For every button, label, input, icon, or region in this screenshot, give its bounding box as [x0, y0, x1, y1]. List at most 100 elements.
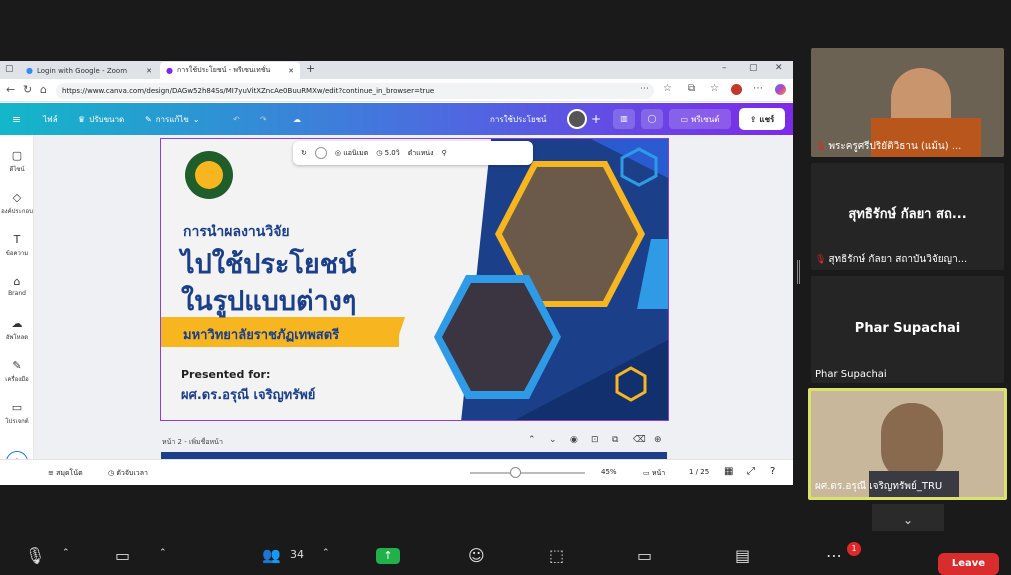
sidebar-item-text[interactable]: T ข้อความ: [0, 233, 34, 258]
elements-icon: ◇: [12, 191, 22, 204]
more-icon[interactable]: ⋯: [826, 546, 842, 565]
back-icon[interactable]: ←: [6, 83, 15, 96]
page-label[interactable]: หน้า 2 - เพิ่มชื่อหน้า: [162, 437, 223, 448]
more-icon[interactable]: ⋯: [640, 84, 649, 94]
edit-menu[interactable]: ✎ การแก้ไข ⌄: [145, 103, 200, 135]
resize-menu[interactable]: ♛ ปรับขนาด: [78, 103, 124, 135]
sidebar-item-brand[interactable]: ⌂ Brand: [0, 275, 34, 297]
undo-icon[interactable]: ↶: [233, 103, 240, 135]
participant-name-row: 🎙 พระครูศรีปริยัติวิธาน (แม้น) ...: [815, 141, 962, 152]
animate-button[interactable]: ◎ แอนิเมต: [335, 148, 368, 159]
duration-button[interactable]: ◷ 5.0วิ: [376, 148, 399, 159]
copilot-icon[interactable]: [775, 84, 786, 95]
hamburger-icon[interactable]: ≡: [12, 103, 21, 135]
slide[interactable]: การนำผลงานวิจัย ไปใช้ประโยชน์ ในรูปแบบต่…: [160, 138, 669, 421]
cloud-saved-icon[interactable]: ☁: [293, 103, 301, 135]
reactions-icon[interactable]: ☺: [468, 546, 485, 565]
apps-icon[interactable]: ⬚: [549, 546, 564, 565]
canva-favicon-icon: ●: [166, 66, 173, 75]
position-button[interactable]: ตำแหน่ง: [408, 148, 434, 159]
mic-off-icon: 🎙: [815, 142, 827, 152]
chevron-up-icon[interactable]: ⌃: [62, 548, 70, 558]
chat-icon[interactable]: ▭: [637, 546, 652, 565]
new-tab-icon[interactable]: +: [306, 62, 315, 75]
participant-tile[interactable]: 🎙 พระครูศรีปริยัติวิธาน (แม้น) ...: [811, 48, 1004, 157]
pages-icon: ▭: [643, 469, 650, 477]
insights-icon[interactable]: ▥: [613, 109, 635, 129]
sidebar-item-elements[interactable]: ◇ องค์ประกอบ: [0, 191, 34, 216]
participant-tile[interactable]: Phar Supachai Phar Supachai: [811, 276, 1004, 383]
participant-name-row: Phar Supachai: [815, 369, 887, 380]
duplicate-icon[interactable]: ⧉: [612, 435, 618, 445]
color-swatch[interactable]: [314, 147, 327, 159]
participant-video: [881, 403, 943, 481]
share-button[interactable]: ⇪ แชร์: [739, 108, 785, 130]
slide-presenter: ผศ.ดร.อรุณี เจริญทรัพย์: [181, 388, 316, 403]
fullscreen-icon[interactable]: ⤢: [747, 466, 755, 477]
redo-icon[interactable]: ↷: [260, 103, 267, 135]
sidebar-item-uploads[interactable]: ☁ อัพโหลด: [0, 317, 34, 342]
tab-zoom-login[interactable]: ● Login with Google - Zoom ✕: [20, 62, 158, 79]
url-field[interactable]: https://www.canva.com/design/DAGw52h84Ss…: [56, 83, 654, 99]
profile-icon[interactable]: [731, 84, 742, 95]
comment-icon[interactable]: ◯: [641, 109, 663, 129]
minimize-icon[interactable]: –: [722, 63, 727, 73]
sidebar-item-design[interactable]: ▢ ดีไซน์: [0, 149, 34, 174]
favorites-icon[interactable]: ☆: [710, 83, 719, 94]
grid-view-icon[interactable]: ▦: [724, 466, 733, 477]
paint-format-icon[interactable]: ⚲: [442, 149, 447, 157]
participant-name: ผศ.ดร.อรุณี เจริญทรัพย์_TRU: [815, 481, 943, 492]
resize-handle[interactable]: [797, 260, 800, 284]
notes-icon[interactable]: ▤: [735, 546, 750, 565]
file-menu[interactable]: ไฟล์: [43, 103, 58, 135]
notes-button[interactable]: ≡ สมุดโน้ต: [48, 468, 83, 479]
help-icon[interactable]: ?: [770, 466, 775, 477]
participant-tile[interactable]: สุทธิรักษ์ กัลยา สถ... 🎙 สุทธิรักษ์ กัลยา…: [811, 163, 1004, 270]
slide-university: มหาวิทยาลัยราชภัฏเทพสตรี: [183, 328, 340, 343]
add-collaborator-icon[interactable]: +: [591, 103, 601, 135]
extension-icon[interactable]: ⧉: [688, 83, 695, 94]
hide-icon[interactable]: ◉: [570, 435, 578, 445]
avatar[interactable]: [567, 109, 587, 129]
refresh-icon[interactable]: ↻: [301, 149, 307, 157]
share-screen-icon[interactable]: ↑: [376, 548, 400, 564]
notification-badge: 1: [847, 542, 861, 556]
add-page-icon[interactable]: ⊕: [654, 435, 662, 445]
zoom-level[interactable]: 45%: [601, 468, 617, 476]
text-icon: T: [13, 233, 21, 246]
design-title[interactable]: การใช้ประโยชน์: [490, 103, 547, 135]
close-icon[interactable]: ✕: [146, 67, 152, 75]
chevron-up-icon[interactable]: ⌃: [159, 548, 167, 558]
zoom-slider[interactable]: [470, 472, 585, 474]
tab-canva[interactable]: ● การใช้ประโยชน์ - พรีเซนเทชั่น ✕: [160, 62, 300, 79]
next-slide-preview[interactable]: [161, 452, 667, 459]
home-icon[interactable]: ⌂: [40, 83, 47, 96]
chevron-up-icon[interactable]: ⌃: [322, 548, 330, 558]
participant-tile-speaking[interactable]: ผศ.ดร.อรุณี เจริญทรัพย์_TRU: [808, 388, 1007, 500]
lock-icon[interactable]: ⊡: [591, 435, 599, 445]
menu-icon[interactable]: ⋯: [753, 83, 763, 94]
close-window-icon[interactable]: ✕: [775, 63, 783, 73]
page-label-row: หน้า 2 - เพิ่มชื่อหน้า ⌃ ⌄ ◉ ⊡ ⧉ ⌫ ⊕: [34, 434, 793, 450]
close-icon[interactable]: ✕: [288, 67, 294, 75]
crown-icon: ♛: [78, 114, 86, 124]
sidebar-item-tools[interactable]: ✎ เครื่องมือ: [0, 359, 34, 384]
star-icon[interactable]: ☆: [663, 83, 672, 94]
participant-display-name: สุทธิรักษ์ กัลยา สถ...: [848, 207, 967, 222]
reload-icon[interactable]: ↻: [23, 83, 32, 96]
timer-button[interactable]: ◷ ตัวจับเวลา: [108, 468, 148, 479]
chevron-down-icon[interactable]: ⌄: [549, 435, 557, 445]
chevron-up-icon[interactable]: ⌃: [528, 435, 536, 445]
sidebar-item-projects[interactable]: ▭ โปรเจกต์: [0, 401, 34, 426]
window-icon[interactable]: ▢: [5, 64, 14, 74]
leave-button[interactable]: Leave: [938, 553, 999, 575]
participants-icon[interactable]: 👥: [262, 546, 281, 564]
present-button[interactable]: ▭ พรีเซนต์: [669, 109, 731, 129]
delete-icon[interactable]: ⌫: [633, 435, 646, 445]
pages-button[interactable]: ▭ หน้า: [643, 468, 665, 479]
video-off-icon[interactable]: ▭: [115, 546, 130, 565]
zoom-slider-handle[interactable]: [510, 467, 521, 478]
restore-icon[interactable]: ▢: [749, 63, 758, 73]
mute-icon[interactable]: 🎙: [25, 546, 45, 565]
browser-tab-bar: ▢ ● Login with Google - Zoom ✕ ● การใช้ป…: [0, 61, 793, 79]
